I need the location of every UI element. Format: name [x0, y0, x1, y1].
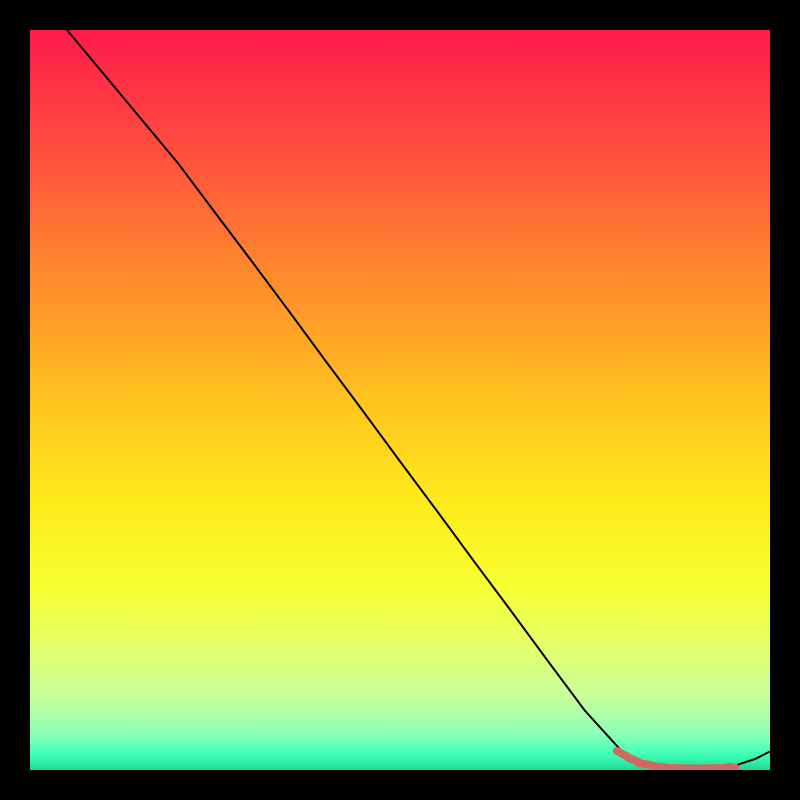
app-frame: TheBottleneck.com	[0, 0, 800, 800]
plot-background-gradient	[30, 30, 770, 770]
